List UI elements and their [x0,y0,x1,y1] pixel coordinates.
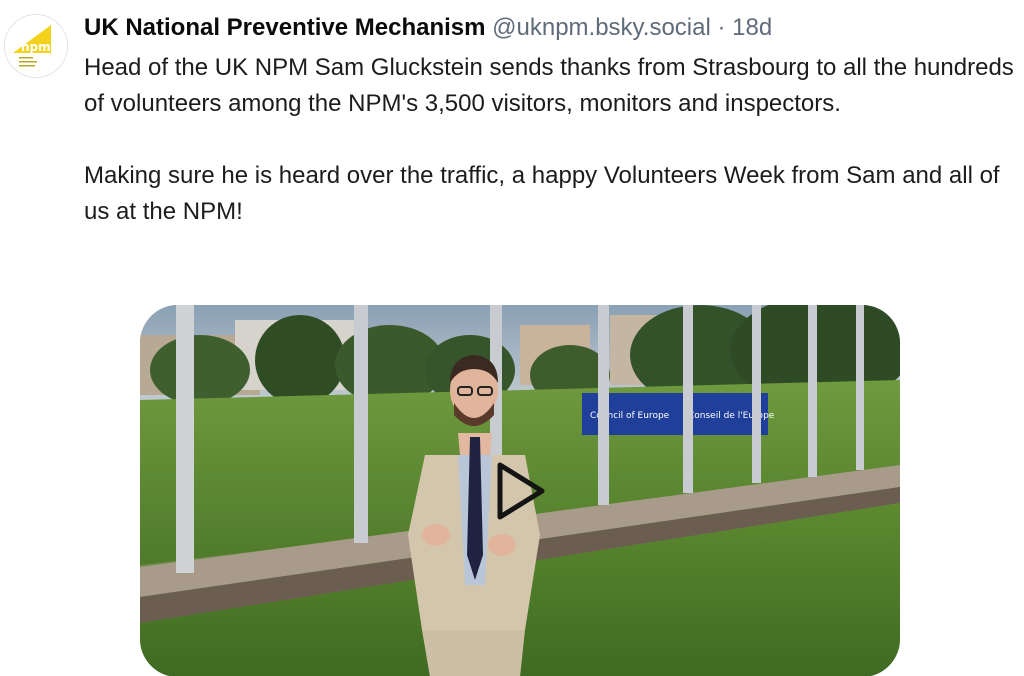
post-timestamp[interactable]: 18d [732,14,772,41]
post-card[interactable]: npm UK National Preventive Mechanism @uk… [0,0,1024,676]
video-player[interactable]: Council of Europe Conseil de l'Europe [140,305,900,676]
header-separator: · [717,14,726,41]
post-header: UK National Preventive Mechanism @uknpm.… [84,12,772,44]
author-display-name[interactable]: UK National Preventive Mechanism [84,14,485,41]
post-body: Head of the UK NPM Sam Gluckstein sends … [84,50,1020,230]
post-paragraph: Head of the UK NPM Sam Gluckstein sends … [84,54,1014,117]
npm-logo-icon: npm [5,15,67,77]
author-avatar[interactable]: npm [4,14,68,78]
avatar-logo-text: npm [21,40,51,54]
author-handle[interactable]: @uknpm.bsky.social [492,14,711,41]
sign-label-right: Conseil de l'Europe [688,411,775,421]
post-paragraph: Making sure he is heard over the traffic… [84,162,1000,225]
play-icon[interactable] [496,461,546,521]
